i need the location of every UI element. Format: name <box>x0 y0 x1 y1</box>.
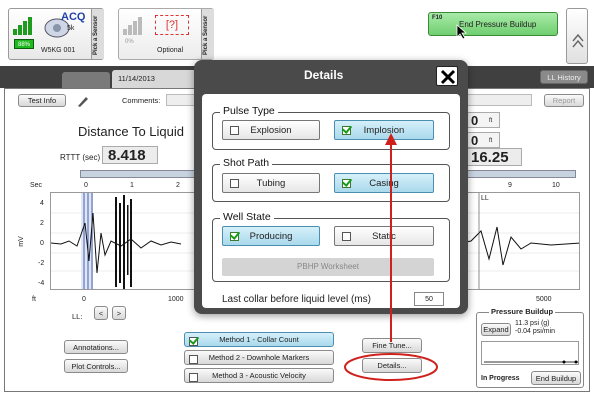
red-highlight-ellipse <box>344 353 438 381</box>
annotation-overlay <box>344 133 438 381</box>
red-arrow-head <box>385 133 397 145</box>
